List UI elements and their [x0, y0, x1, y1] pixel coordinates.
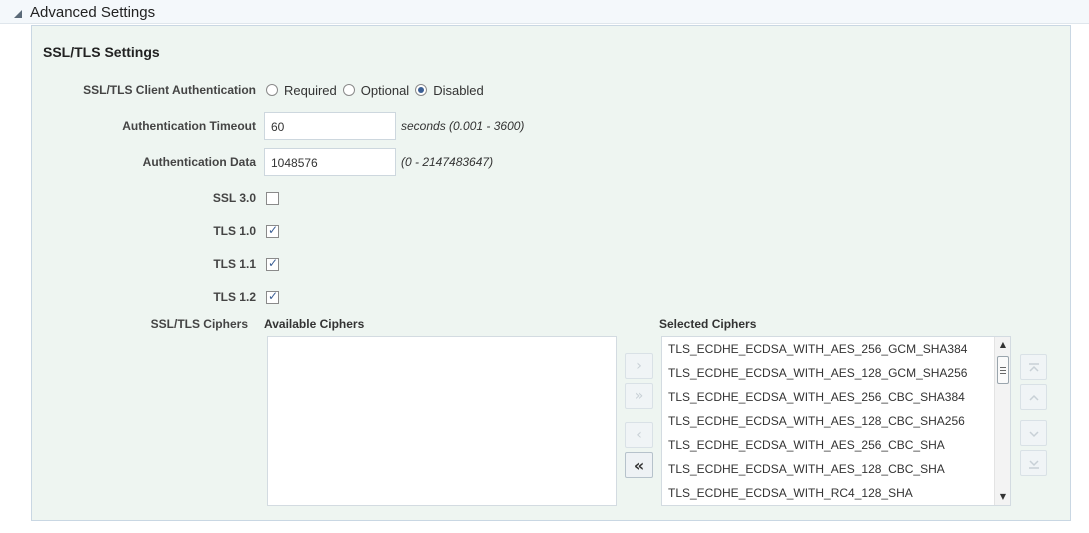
ssl30-label: SSL 3.0: [212, 191, 256, 205]
auth-data-label: Authentication Data: [142, 155, 256, 169]
available-ciphers-title: Available Ciphers: [264, 317, 365, 331]
remove-icon: ‹: [636, 427, 642, 443]
move-up-button[interactable]: [1020, 384, 1047, 410]
tls12-checkbox[interactable]: [266, 289, 279, 304]
move-up-icon: [1029, 394, 1039, 401]
remove-all-button[interactable]: «: [625, 452, 653, 478]
list-item[interactable]: TLS_ECDHE_ECDSA_WITH_AES_256_CBC_SHA: [668, 438, 945, 452]
move-all-icon: »: [634, 388, 644, 404]
move-to-bottom-button[interactable]: [1020, 450, 1047, 476]
panel-title: SSL/TLS Settings: [43, 44, 160, 60]
auth-timeout-hint: seconds (0.001 - 3600): [401, 119, 525, 133]
advanced-settings-toggle[interactable]: Advanced Settings: [14, 2, 155, 22]
auth-timeout-field[interactable]: 60: [264, 112, 396, 140]
move-icon: ›: [636, 358, 642, 374]
list-item[interactable]: TLS_ECDHE_ECDSA_WITH_AES_256_GCM_SHA384: [668, 342, 967, 356]
scroll-up-icon[interactable]: ▲: [995, 339, 1010, 351]
list-item[interactable]: TLS_ECDHE_ECDSA_WITH_RC4_128_SHA: [668, 486, 913, 500]
remove-all-icon: «: [633, 455, 645, 475]
tls12-label: TLS 1.2: [213, 290, 256, 304]
scroll-down-icon[interactable]: ▼: [995, 491, 1010, 503]
list-item[interactable]: TLS_ECDHE_ECDSA_WITH_AES_128_CBC_SHA: [668, 462, 945, 476]
selected-ciphers-title: Selected Ciphers: [659, 317, 757, 331]
radio-optional[interactable]: [342, 84, 355, 96]
collapse-triangle-icon[interactable]: [14, 9, 22, 18]
move-down-button[interactable]: [1020, 420, 1047, 446]
radio-disabled[interactable]: [415, 84, 428, 96]
move-button[interactable]: ›: [625, 353, 653, 379]
settings-page: Advanced Settings SSL/TLS Settings SSL/T…: [0, 0, 1089, 533]
ciphers-label: SSL/TLS Ciphers: [150, 317, 248, 331]
selected-ciphers-list[interactable]: TLS_ECDHE_ECDSA_WITH_AES_256_GCM_SHA384 …: [661, 336, 1011, 506]
radio-required[interactable]: [266, 84, 278, 96]
move-down-icon: [1029, 431, 1039, 438]
ssl30-checkbox[interactable]: [266, 192, 279, 205]
auth-timeout-label: Authentication Timeout: [122, 119, 256, 133]
move-to-top-icon: [1029, 363, 1039, 372]
client-auth-label: SSL/TLS Client Authentication: [83, 83, 256, 97]
auth-data-hint: (0 - 2147483647): [401, 155, 494, 169]
list-item[interactable]: TLS_ECDHE_ECDSA_WITH_AES_128_GCM_SHA256: [668, 366, 967, 380]
section-header-bar: Advanced Settings: [0, 0, 1089, 24]
radio-optional-label: Optional: [360, 82, 410, 98]
tls10-checkbox[interactable]: [266, 223, 279, 238]
radio-disabled-label: Disabled: [433, 82, 484, 98]
scroll-thumb[interactable]: [997, 356, 1009, 384]
ssl-tls-panel: SSL/TLS Settings SSL/TLS Client Authenti…: [31, 25, 1071, 521]
tls10-label: TLS 1.0: [213, 224, 256, 238]
available-ciphers-list[interactable]: [267, 336, 617, 506]
remove-button[interactable]: ‹: [625, 422, 653, 448]
selected-ciphers-scrollbar[interactable]: ▲ ▼: [994, 337, 1010, 505]
list-item[interactable]: TLS_ECDHE_ECDSA_WITH_AES_256_CBC_SHA384: [668, 390, 965, 404]
client-auth-radio-group: Required Optional Disabled: [266, 82, 490, 98]
radio-required-label: Required: [284, 82, 337, 98]
list-item[interactable]: TLS_ECDHE_ECDSA_WITH_AES_128_CBC_SHA256: [668, 414, 965, 428]
tls11-checkbox[interactable]: [266, 256, 279, 271]
move-all-button[interactable]: »: [625, 383, 653, 409]
section-title: Advanced Settings: [30, 3, 156, 21]
tls11-label: TLS 1.1: [213, 257, 256, 271]
move-to-bottom-icon: [1029, 460, 1039, 469]
move-to-top-button[interactable]: [1020, 354, 1047, 380]
auth-data-field[interactable]: 1048576: [264, 148, 396, 176]
